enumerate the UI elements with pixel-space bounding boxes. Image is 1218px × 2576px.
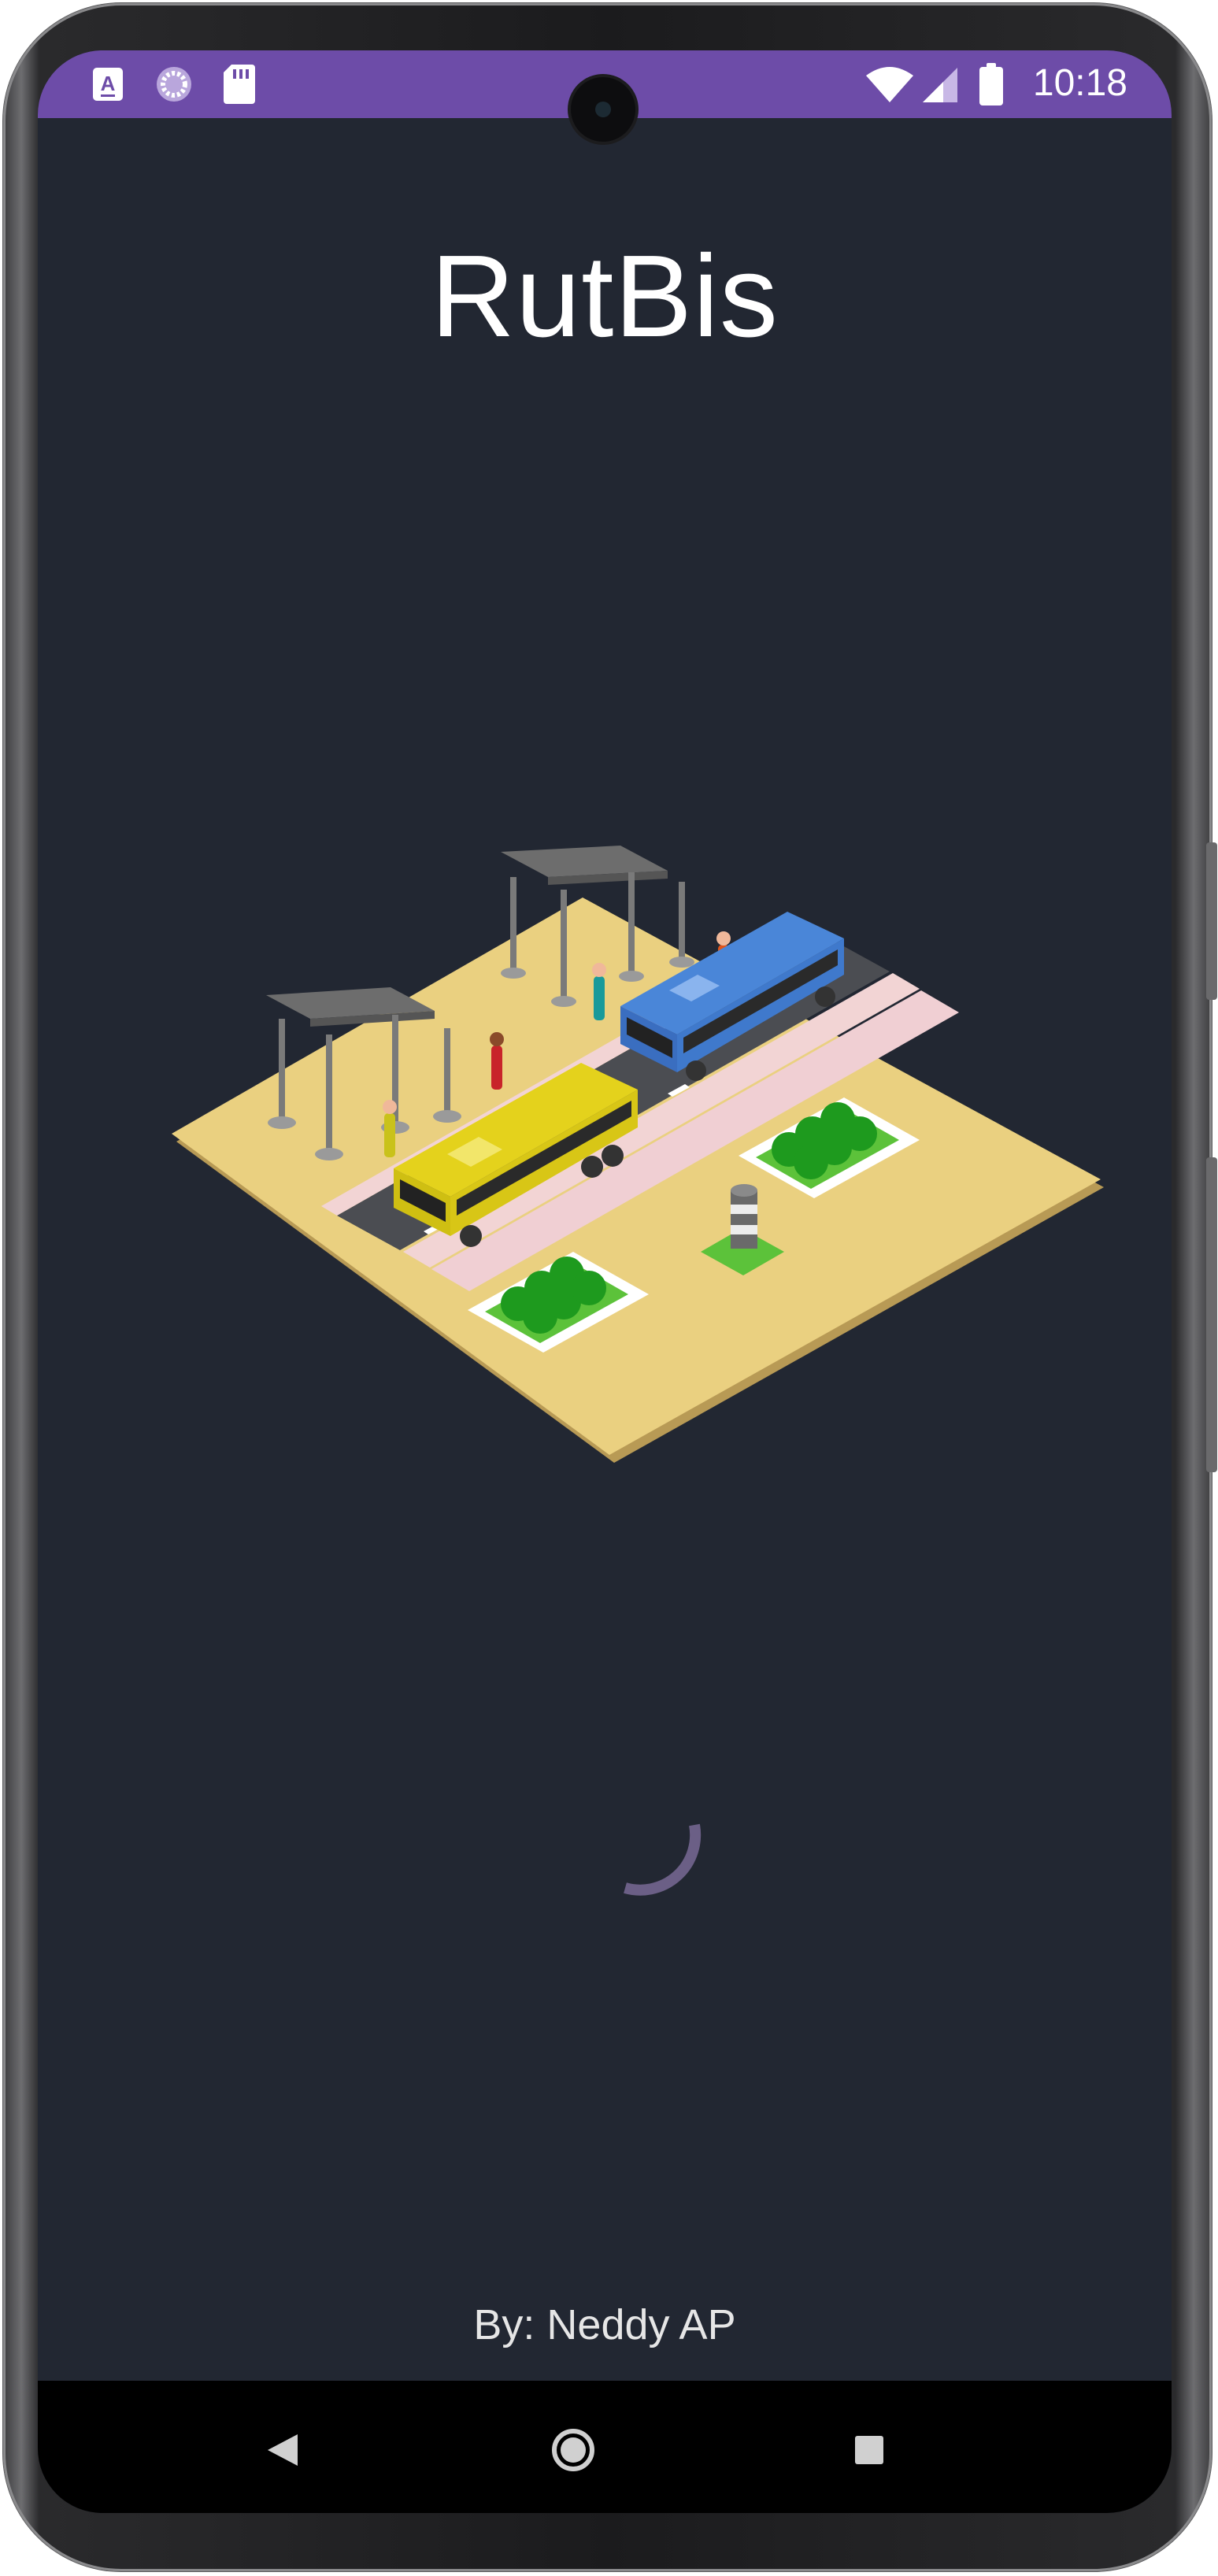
- sd-card-icon: [224, 65, 255, 104]
- power-button: [1206, 842, 1217, 1000]
- isometric-bus-stop-illustration: [172, 846, 1104, 1463]
- battery-icon: [979, 63, 1003, 105]
- wifi-icon: [866, 67, 913, 102]
- home-icon[interactable]: [542, 2419, 605, 2482]
- signal-icon: [923, 68, 957, 102]
- status-time: 10:18: [1032, 62, 1127, 104]
- back-icon[interactable]: [250, 2419, 313, 2482]
- author-credit: By: Neddy AP: [473, 2301, 736, 2348]
- volume-button: [1206, 1157, 1217, 1472]
- front-camera: [571, 77, 635, 142]
- recents-icon[interactable]: [838, 2419, 901, 2482]
- loading-icon: [157, 67, 191, 102]
- svg-text:A: A: [101, 72, 116, 95]
- text-a-icon: A: [93, 68, 123, 101]
- app-screen: A 10:18 RutBis By: Neddy AP: [38, 50, 1172, 2513]
- loading-spinner: [624, 1823, 702, 1896]
- navigation-bar: [38, 2381, 1172, 2513]
- app-title: RutBis: [431, 231, 779, 361]
